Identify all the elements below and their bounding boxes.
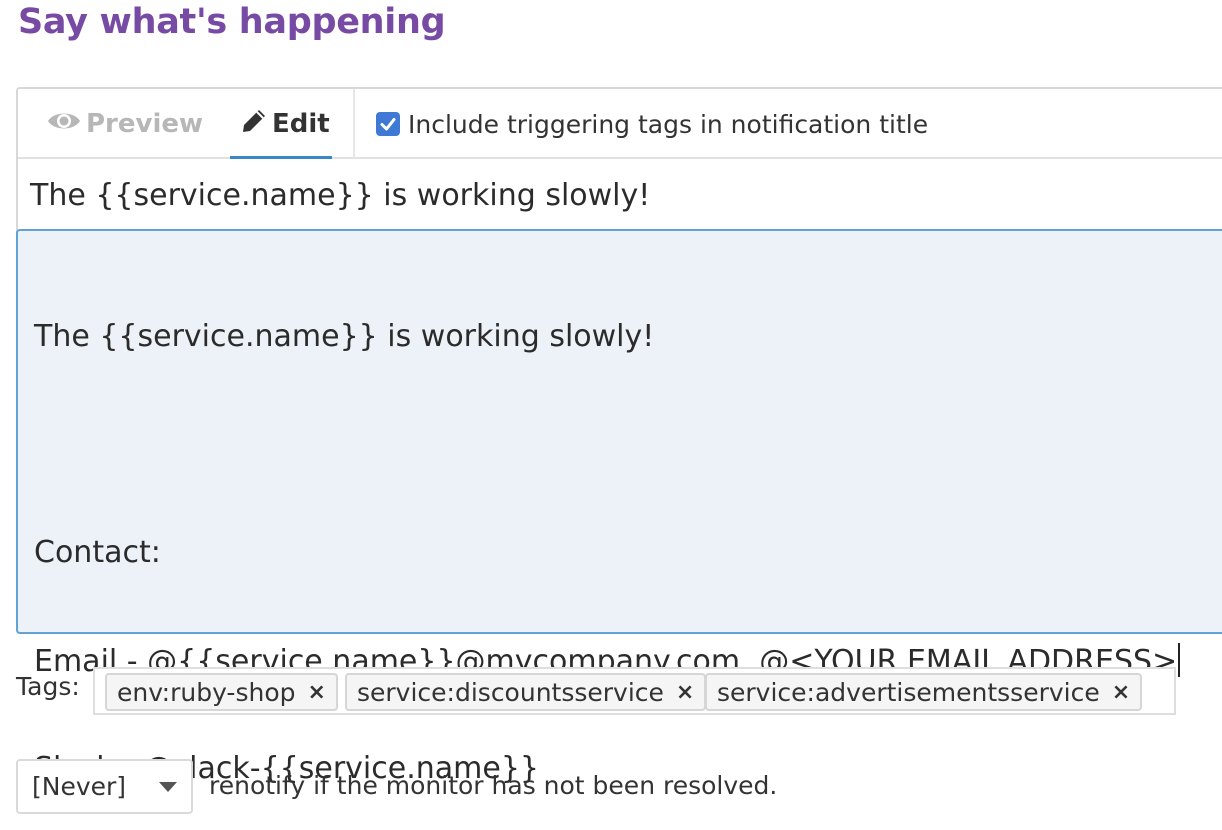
remove-tag-icon[interactable]: × xyxy=(1112,680,1130,705)
tag-text: service:advertisementsservice xyxy=(717,677,1100,707)
section-title: Say what's happening xyxy=(18,2,446,42)
tab-preview[interactable]: Preview xyxy=(46,89,203,159)
renotify-selected-value: [Never] xyxy=(32,772,127,801)
tab-preview-label: Preview xyxy=(86,109,204,139)
tag-chip: service:advertisementsservice × xyxy=(705,673,1143,711)
tags-label: Tags: xyxy=(16,672,80,701)
checkmark-icon xyxy=(380,118,396,131)
message-line xyxy=(34,427,1222,463)
notification-title-value: The {{service.name}} is working slowly! xyxy=(30,177,651,213)
tags-input[interactable]: env:ruby-shop × service:discountsservice… xyxy=(93,667,1176,715)
pencil-icon xyxy=(240,107,268,142)
tag-text: service:discountsservice xyxy=(357,677,664,707)
chevron-down-icon xyxy=(159,782,177,792)
eye-icon xyxy=(46,108,82,141)
include-tags-option[interactable]: Include triggering tags in notification … xyxy=(376,89,928,159)
tab-edit[interactable]: Edit xyxy=(230,89,332,161)
editor-tab-bar: Preview Edit Include triggering tags in … xyxy=(18,89,1222,161)
remove-tag-icon[interactable]: × xyxy=(676,680,694,705)
include-tags-label: Include triggering tags in notification … xyxy=(408,109,929,139)
tag-chip: service:discountsservice × xyxy=(345,673,707,711)
message-editor: Preview Edit Include triggering tags in … xyxy=(16,87,1222,786)
renotify-interval-select[interactable]: [Never] xyxy=(16,759,193,814)
include-tags-checkbox[interactable] xyxy=(376,112,400,136)
tag-text: env:ruby-shop xyxy=(117,677,296,707)
renotify-description: renotify if the monitor has not been res… xyxy=(209,771,778,800)
notification-message-textarea[interactable]: The {{service.name}} is working slowly! … xyxy=(16,229,1222,786)
notification-settings-page: Say what's happening Preview Edit Includ… xyxy=(0,0,1222,830)
text-caret xyxy=(1178,643,1181,677)
tab-edit-label: Edit xyxy=(272,109,330,139)
message-line: The {{service.name}} is working slowly! xyxy=(34,319,655,354)
remove-tag-icon[interactable]: × xyxy=(307,680,325,705)
tab-divider xyxy=(353,89,355,159)
message-line: Contact: xyxy=(34,535,161,570)
notification-title-input[interactable]: The {{service.name}} is working slowly! xyxy=(18,159,1222,231)
tag-chip: env:ruby-shop × xyxy=(105,673,338,711)
